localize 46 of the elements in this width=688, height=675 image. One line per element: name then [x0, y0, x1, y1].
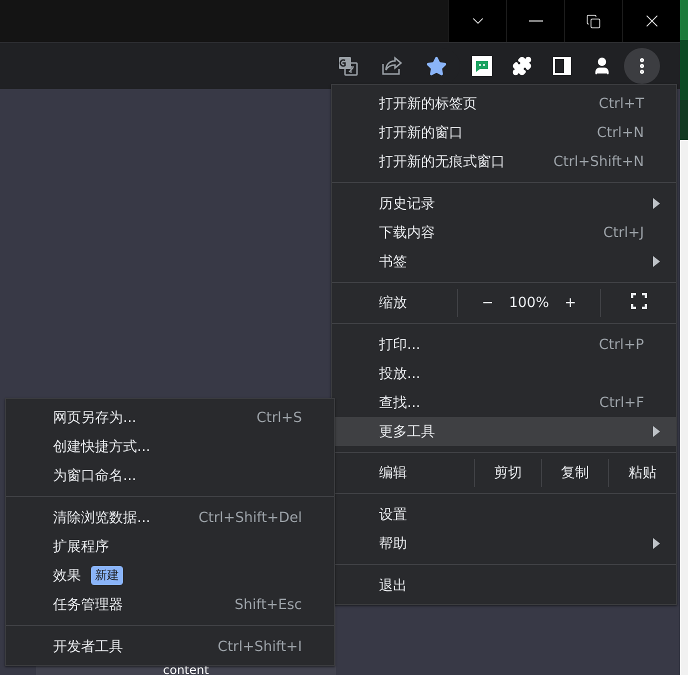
menu-item[interactable]: 为窗口命名... [6, 461, 334, 490]
zoom-out-button[interactable]: − [478, 289, 498, 317]
edit-action-button[interactable]: 复制 [557, 459, 594, 487]
menu-item[interactable]: 网页另存为... Ctrl+S [6, 403, 334, 432]
shortcut-text: Ctrl+F [599, 394, 644, 410]
menu-item[interactable]: 开发者工具 Ctrl+Shift+I [6, 632, 334, 661]
shortcut-text: Ctrl+Shift+Del [198, 510, 302, 526]
shortcut-text: Ctrl+N [596, 124, 644, 140]
menu-item[interactable]: 设置 [332, 500, 676, 529]
restore-button[interactable] [564, 0, 622, 42]
edit-label: 编辑 [378, 464, 408, 483]
menu-item[interactable]: 打开新的无痕式窗口 Ctrl+Shift+N [332, 147, 676, 176]
shortcut-text: Ctrl+J [603, 224, 644, 240]
menu-item[interactable]: 查找... Ctrl+F [332, 388, 676, 417]
shortcut-text: Ctrl+T [598, 96, 644, 112]
shortcut-text: Shift+Esc [234, 596, 302, 612]
minimize-icon [528, 20, 542, 22]
shortcut-text: Ctrl+Shift+N [553, 154, 644, 170]
edit-action-button[interactable]: 剪切 [490, 459, 526, 487]
menu-item[interactable]: 下载内容 Ctrl+J [332, 218, 676, 247]
shortcut-text: Ctrl+P [598, 336, 644, 352]
menu-item[interactable]: 投放... [332, 359, 676, 388]
menu-item[interactable]: 清除浏览数据... Ctrl+Shift+Del [6, 503, 334, 532]
menu-item[interactable]: 帮助 [332, 529, 676, 558]
menu-item[interactable]: 历史记录 [332, 189, 676, 218]
menu-item[interactable]: 更多工具 [332, 417, 676, 446]
menu-item[interactable]: 扩展程序 [6, 532, 334, 561]
shortcut-text: Ctrl+S [256, 410, 302, 426]
edit-action-button[interactable]: 粘贴 [624, 459, 661, 487]
menu-icon[interactable] [624, 48, 660, 84]
fullscreen-icon [630, 293, 646, 309]
menu-item[interactable]: 创建快捷方式... [6, 432, 334, 461]
menu-item[interactable]: 打开新的标签页 Ctrl+T [332, 89, 676, 118]
menu-item[interactable]: 书签 [332, 247, 676, 276]
new-badge: 新建 [91, 566, 123, 585]
menu-item[interactable]: 效果 新建 [6, 561, 334, 590]
menu-item[interactable]: 任务管理器 Shift+Esc [6, 590, 334, 619]
menu-item[interactable]: 打印... Ctrl+P [332, 330, 676, 359]
shortcut-text: Ctrl+Shift+I [218, 638, 302, 654]
menu-item[interactable]: 打开新的窗口 Ctrl+N [332, 118, 676, 147]
content-text: content [163, 665, 209, 675]
restore-icon [586, 14, 601, 28]
zoom-level: 100% [508, 295, 550, 311]
zoom-label: 缩放 [378, 294, 408, 313]
zoom-in-button[interactable]: + [560, 289, 580, 317]
menu-item[interactable]: 退出 [332, 571, 676, 600]
